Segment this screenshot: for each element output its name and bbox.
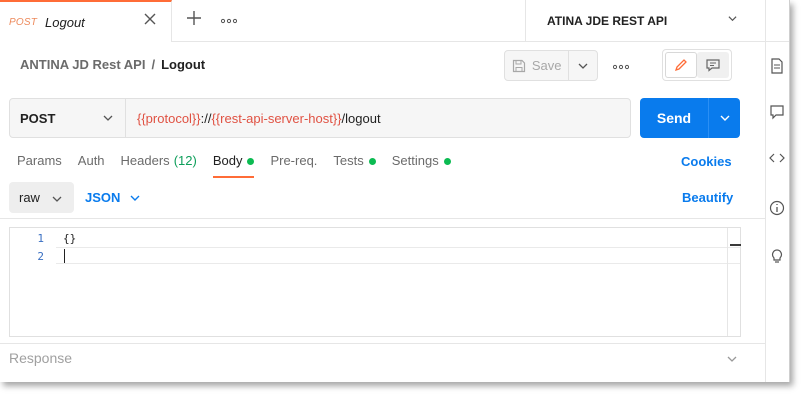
tab-label: Body bbox=[212, 153, 243, 168]
breadcrumb-request[interactable]: Logout bbox=[161, 57, 205, 72]
line-number: 1 bbox=[37, 232, 44, 245]
comment-icon bbox=[706, 59, 720, 72]
save-icon bbox=[512, 59, 525, 72]
tab-label: Auth bbox=[77, 153, 105, 168]
tab-label: Settings bbox=[391, 153, 439, 168]
tab-bar: POST Logout ATINA JDE REST API bbox=[0, 0, 789, 42]
save-button-group: Save bbox=[504, 50, 598, 81]
editor-scrollbar[interactable] bbox=[727, 228, 741, 336]
chevron-down-icon bbox=[103, 115, 113, 121]
tab-body[interactable]: Body bbox=[212, 153, 255, 178]
tab-auth[interactable]: Auth bbox=[78, 153, 105, 178]
url-scheme-separator: :// bbox=[200, 110, 212, 126]
pencil-icon bbox=[674, 59, 687, 72]
save-label: Save bbox=[531, 58, 562, 73]
request-tab[interactable]: POST Logout bbox=[0, 0, 172, 42]
code-line: {} bbox=[63, 232, 77, 245]
tab-pre-request[interactable]: Pre-req. bbox=[270, 153, 317, 178]
settings-indicator-dot bbox=[443, 158, 451, 165]
divider bbox=[0, 343, 765, 344]
view-mode-toggle bbox=[662, 49, 732, 81]
save-button[interactable]: Save bbox=[505, 51, 568, 80]
edit-mode-button[interactable] bbox=[665, 52, 697, 78]
url-path: /logout bbox=[341, 110, 381, 126]
body-language-value: JSON bbox=[85, 190, 121, 205]
beautify-button[interactable]: Beautify bbox=[682, 190, 733, 205]
line-gutter: 1 2 bbox=[10, 228, 56, 336]
breadcrumb-collection[interactable]: ANTINA JD Rest API bbox=[20, 57, 145, 72]
chevron-down-icon bbox=[578, 63, 588, 69]
chevron-down-icon bbox=[52, 196, 62, 202]
tab-name: Logout bbox=[45, 14, 85, 30]
tests-indicator-dot bbox=[368, 158, 376, 165]
url-input[interactable]: {{protocol}}://{{rest-api-server-host}} /… bbox=[126, 99, 630, 137]
breadcrumb: ANTINA JD Rest API / Logout bbox=[20, 57, 205, 72]
tab-method: POST bbox=[9, 16, 38, 28]
close-icon[interactable] bbox=[143, 12, 157, 28]
cookies-link[interactable]: Cookies bbox=[681, 154, 732, 169]
more-tabs-icon[interactable] bbox=[220, 12, 238, 27]
chevron-down-icon[interactable] bbox=[727, 354, 737, 364]
method-select[interactable]: POST bbox=[10, 99, 126, 137]
divider bbox=[0, 218, 765, 219]
tab-tests[interactable]: Tests bbox=[333, 153, 376, 178]
body-editor[interactable]: 1 2 {} bbox=[9, 227, 741, 337]
postman-window: POST Logout ATINA JDE REST API ANTINA JD… bbox=[0, 0, 790, 382]
chevron-down-icon bbox=[720, 115, 729, 121]
tab-settings[interactable]: Settings bbox=[392, 153, 451, 178]
response-section-title[interactable]: Response bbox=[9, 350, 72, 366]
code-icon[interactable] bbox=[769, 150, 785, 166]
text-cursor bbox=[64, 249, 65, 263]
chevron-down-icon bbox=[130, 195, 140, 201]
more-actions-icon[interactable] bbox=[612, 58, 630, 73]
chevron-down-icon bbox=[728, 16, 737, 22]
body-mode-value: raw bbox=[19, 190, 40, 205]
scroll-marker bbox=[730, 244, 741, 246]
url-bar: POST {{protocol}}://{{rest-api-server-ho… bbox=[9, 98, 631, 138]
documentation-icon[interactable] bbox=[769, 58, 785, 74]
info-icon[interactable] bbox=[769, 200, 785, 216]
body-language-select[interactable]: JSON bbox=[85, 190, 140, 205]
tab-label: Pre-req. bbox=[270, 153, 318, 168]
environment-selector[interactable]: ATINA JDE REST API bbox=[525, 0, 765, 42]
comment-mode-button[interactable] bbox=[697, 52, 729, 78]
send-button[interactable]: Send bbox=[640, 98, 708, 138]
environment-name: ATINA JDE REST API bbox=[547, 14, 668, 28]
tab-label: Params bbox=[17, 153, 62, 168]
headers-count: (12) bbox=[173, 153, 197, 168]
tab-params[interactable]: Params bbox=[17, 153, 62, 178]
save-options-button[interactable] bbox=[568, 51, 597, 80]
current-line-highlight bbox=[56, 247, 740, 264]
url-variable-host: {{rest-api-server-host}} bbox=[211, 110, 342, 126]
comments-icon[interactable] bbox=[769, 104, 785, 120]
lightbulb-icon[interactable] bbox=[769, 248, 785, 264]
body-indicator-dot bbox=[247, 158, 255, 165]
right-sidebar bbox=[765, 0, 789, 382]
tab-label: Headers bbox=[120, 153, 170, 168]
request-tabs: Params Auth Headers (12) Body Pre-req. Te… bbox=[17, 153, 467, 178]
tab-headers[interactable]: Headers (12) bbox=[121, 153, 197, 178]
send-button-group: Send bbox=[640, 98, 740, 138]
url-variable-protocol: {{protocol}} bbox=[137, 110, 201, 126]
line-number: 2 bbox=[37, 250, 44, 263]
tab-label: Tests bbox=[333, 153, 364, 168]
method-value: POST bbox=[20, 110, 56, 126]
breadcrumb-separator: / bbox=[151, 57, 156, 72]
send-options-button[interactable] bbox=[708, 98, 740, 138]
body-mode-select[interactable]: raw bbox=[9, 182, 74, 213]
new-tab-plus-icon[interactable] bbox=[186, 10, 202, 30]
